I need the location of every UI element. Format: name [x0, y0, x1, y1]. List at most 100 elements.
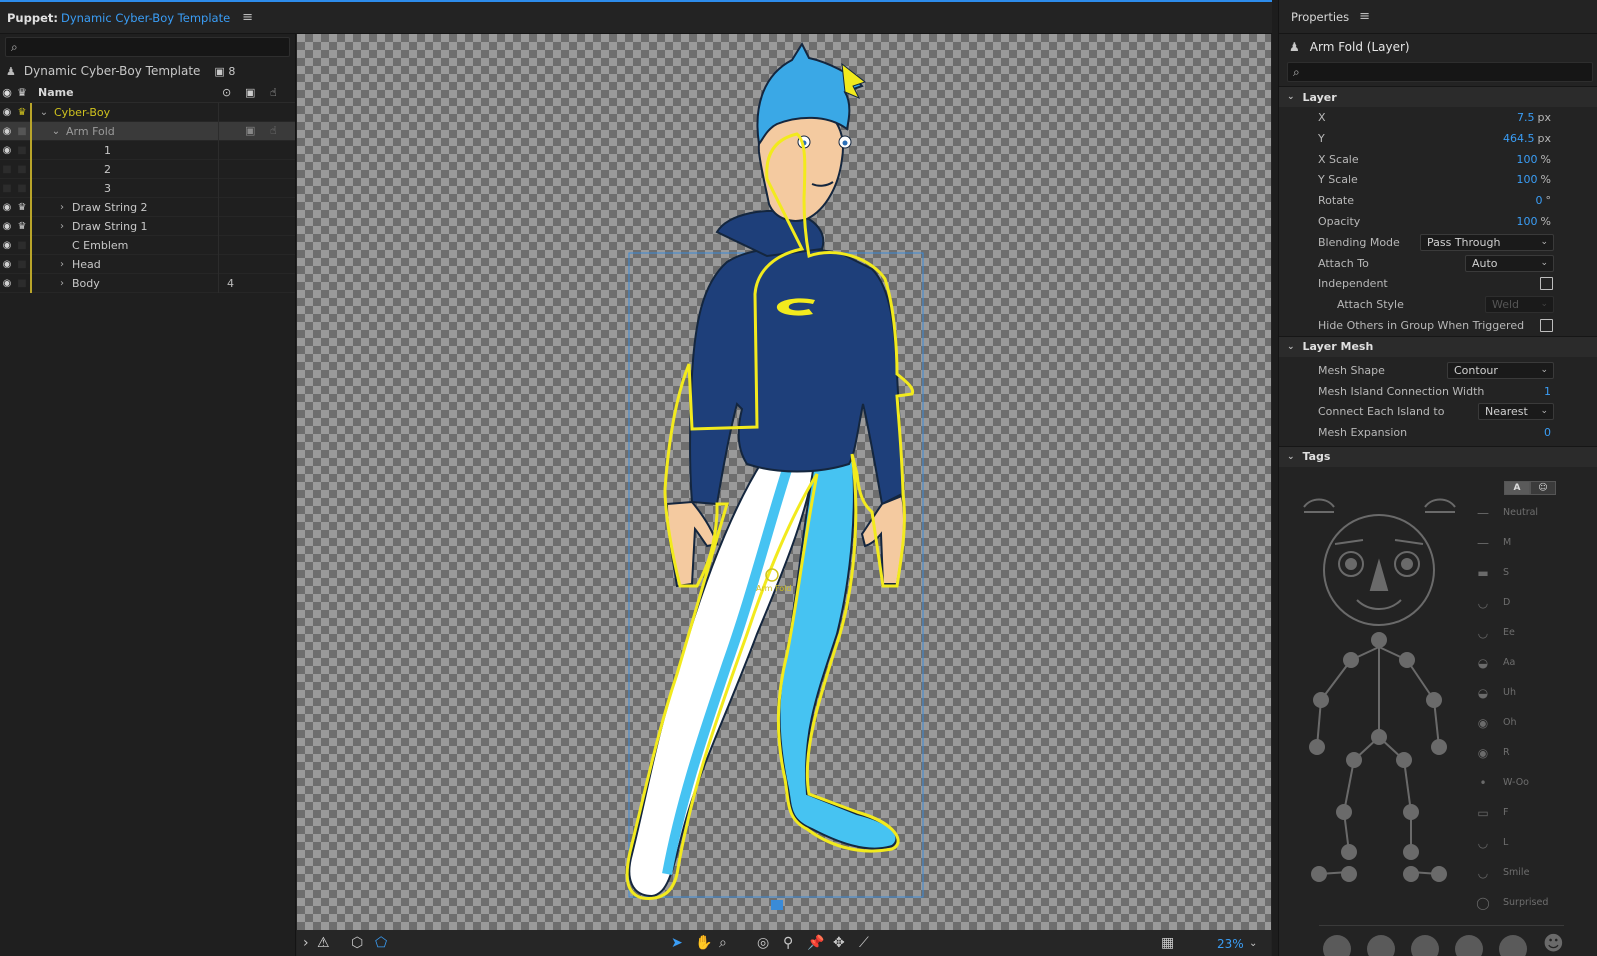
properties-title[interactable]: Properties: [1291, 10, 1349, 24]
eye-icon[interactable]: ◉: [0, 259, 14, 270]
zoom-dropdown-icon[interactable]: ⌄: [1249, 938, 1257, 949]
crown-slot[interactable]: ■: [14, 278, 30, 289]
independent-checkbox[interactable]: [1540, 277, 1553, 291]
crown-icon[interactable]: ♛: [14, 202, 30, 213]
tag-face-toggle-icon[interactable]: ☺: [1530, 480, 1556, 495]
bottom-tag-icon[interactable]: [1411, 934, 1439, 956]
tag-l[interactable]: ◡ L: [1469, 833, 1509, 853]
bone-tool-icon[interactable]: ⚲: [783, 935, 793, 951]
tag-surprised[interactable]: ◯ Surprised: [1469, 893, 1548, 913]
panel-title-name[interactable]: Dynamic Cyber-Boy Template: [61, 11, 230, 25]
eye-icon[interactable]: ◉: [0, 221, 14, 232]
tree-row-draw-string-1[interactable]: ◉ ♛ › Draw String 1: [0, 216, 295, 236]
section-layer-mesh[interactable]: ⌄ Layer Mesh: [1279, 335, 1597, 357]
tree-row-c-emblem[interactable]: ◉ ■ C Emblem: [0, 235, 295, 255]
attach-style-dropdown[interactable]: Weld ⌄: [1485, 296, 1554, 314]
handle-tool-icon[interactable]: ✥: [833, 935, 845, 951]
chevron-down-icon[interactable]: ⌄: [1287, 452, 1295, 462]
tag-d[interactable]: ◡ D: [1469, 593, 1511, 613]
chevron-right-icon[interactable]: ›: [56, 202, 68, 213]
chevron-right-icon[interactable]: ›: [303, 935, 309, 951]
tree-row-head[interactable]: ◉ ■ › Head: [0, 254, 295, 274]
bottom-tag-icon[interactable]: [1455, 934, 1483, 956]
crown-slot[interactable]: ■: [14, 126, 30, 137]
outline-icon[interactable]: ⬠: [375, 935, 387, 951]
prop-value[interactable]: 100%: [1517, 153, 1551, 166]
bottom-tag-icon[interactable]: [1499, 934, 1527, 956]
tree-row-3[interactable]: ■ ■ 3: [0, 178, 295, 198]
tree-row-arm-fold[interactable]: ◉ ■ ⌄ Arm Fold ▣ ☝: [0, 121, 295, 141]
chevron-right-icon[interactable]: ›: [56, 259, 68, 270]
crown-slot[interactable]: ■: [14, 183, 30, 194]
section-tags[interactable]: ⌄ Tags: [1279, 445, 1597, 467]
section-layer[interactable]: ⌄ Layer: [1279, 86, 1597, 107]
prop-value[interactable]: 464.5 px: [1503, 132, 1551, 145]
chevron-down-icon[interactable]: ⌄: [38, 107, 50, 118]
tag-s[interactable]: ▬ S: [1469, 563, 1509, 583]
hamburger-icon[interactable]: ≡: [1359, 9, 1370, 24]
chevron-right-icon[interactable]: ›: [56, 278, 68, 289]
tree-search-input[interactable]: ⌕: [5, 37, 290, 57]
prop-value[interactable]: 100%: [1517, 173, 1551, 186]
tag-ee[interactable]: ◡ Ee: [1469, 623, 1515, 643]
prop-y-value[interactable]: 464.5: [1503, 132, 1535, 145]
prop-expansion-value[interactable]: 0: [1544, 426, 1551, 439]
eye-icon[interactable]: ◉: [0, 278, 14, 289]
prop-value[interactable]: 100%: [1517, 215, 1551, 228]
prop-rotate-value[interactable]: 0: [1536, 194, 1543, 207]
hamburger-icon[interactable]: ≡: [242, 10, 253, 25]
arm-fold-handle-label[interactable]: Arm Fold: [756, 584, 791, 593]
name-column-header[interactable]: Name: [38, 86, 74, 99]
tag-neutral[interactable]: — Neutral: [1469, 503, 1538, 523]
properties-search-input[interactable]: ⌕: [1287, 62, 1593, 82]
tag-f[interactable]: ▭ F: [1469, 803, 1508, 823]
crown-slot[interactable]: ■: [14, 145, 30, 156]
tag-r[interactable]: ◉ R: [1469, 743, 1510, 763]
eye-slot[interactable]: ■: [0, 183, 14, 194]
bottom-tag-icon[interactable]: [1323, 934, 1351, 956]
stage-canvas[interactable]: Arm Fold: [297, 34, 1271, 930]
crown-slot[interactable]: ■: [14, 164, 30, 175]
bottom-tag-icon[interactable]: [1367, 934, 1395, 956]
tag-smile[interactable]: ◡ Smile: [1469, 863, 1530, 883]
prop-island-value[interactable]: 1: [1544, 385, 1551, 398]
tag-aa[interactable]: ◒ Aa: [1469, 653, 1516, 673]
hand-tool-icon[interactable]: ✋: [695, 935, 712, 951]
crown-icon[interactable]: ♛: [14, 107, 30, 118]
tag-oh[interactable]: ◉ Oh: [1469, 713, 1517, 733]
chevron-right-icon[interactable]: ›: [56, 221, 68, 232]
tag-text-toggle[interactable]: A: [1504, 480, 1530, 495]
chevron-down-icon[interactable]: ⌄: [50, 126, 62, 137]
pin-tool-icon[interactable]: 📌: [807, 935, 824, 951]
eye-icon[interactable]: ◉: [0, 126, 14, 137]
puppet-name-row[interactable]: ♟ Dynamic Cyber-Boy Template ▣ 8: [0, 60, 295, 82]
zoom-tool-icon[interactable]: ⌕: [719, 935, 727, 951]
tree-row-1[interactable]: ◉ ■ 1: [0, 140, 295, 160]
stick-tool-icon[interactable]: ⟋: [859, 935, 869, 951]
tag-m[interactable]: — M: [1469, 533, 1511, 553]
tree-row-body[interactable]: ◉ ■ › Body 4: [0, 273, 295, 293]
tag-w-oo[interactable]: • W-Oo: [1469, 773, 1529, 793]
eye-icon[interactable]: ◉: [0, 240, 14, 251]
mesh-icon[interactable]: ⬡: [351, 935, 363, 951]
crown-icon[interactable]: ♛: [14, 221, 30, 232]
tag-uh[interactable]: ◒ Uh: [1469, 683, 1516, 703]
chevron-down-icon[interactable]: ⌄: [1287, 342, 1295, 352]
tree-row-draw-string-2[interactable]: ◉ ♛ › Draw String 2: [0, 197, 295, 217]
tree-row-cyber-boy[interactable]: ◉ ♛ ⌄ Cyber-Boy: [0, 102, 295, 122]
zoom-level[interactable]: 23%: [1217, 937, 1244, 951]
eye-icon[interactable]: ◉: [0, 145, 14, 156]
eye-slot[interactable]: ■: [0, 164, 14, 175]
prop-x-value[interactable]: 7.5: [1517, 111, 1535, 124]
origin-tool-icon[interactable]: ◎: [757, 935, 769, 951]
connect-island-dropdown[interactable]: Nearest ⌄: [1478, 403, 1554, 421]
select-tool-icon[interactable]: ➤: [671, 935, 683, 951]
tree-row-2[interactable]: ■ ■ 2: [0, 159, 295, 179]
bottom-tag-face-icon[interactable]: ☻: [1543, 931, 1564, 955]
prop-value[interactable]: 7.5 px: [1517, 111, 1551, 124]
prop-opacity-value[interactable]: 100: [1517, 215, 1538, 228]
chevron-down-icon[interactable]: ⌄: [1287, 92, 1295, 102]
prop-value[interactable]: 0 °: [1536, 194, 1552, 207]
transparency-grid-icon[interactable]: ▦: [1161, 935, 1174, 951]
tag-figure[interactable]: [1299, 492, 1489, 942]
